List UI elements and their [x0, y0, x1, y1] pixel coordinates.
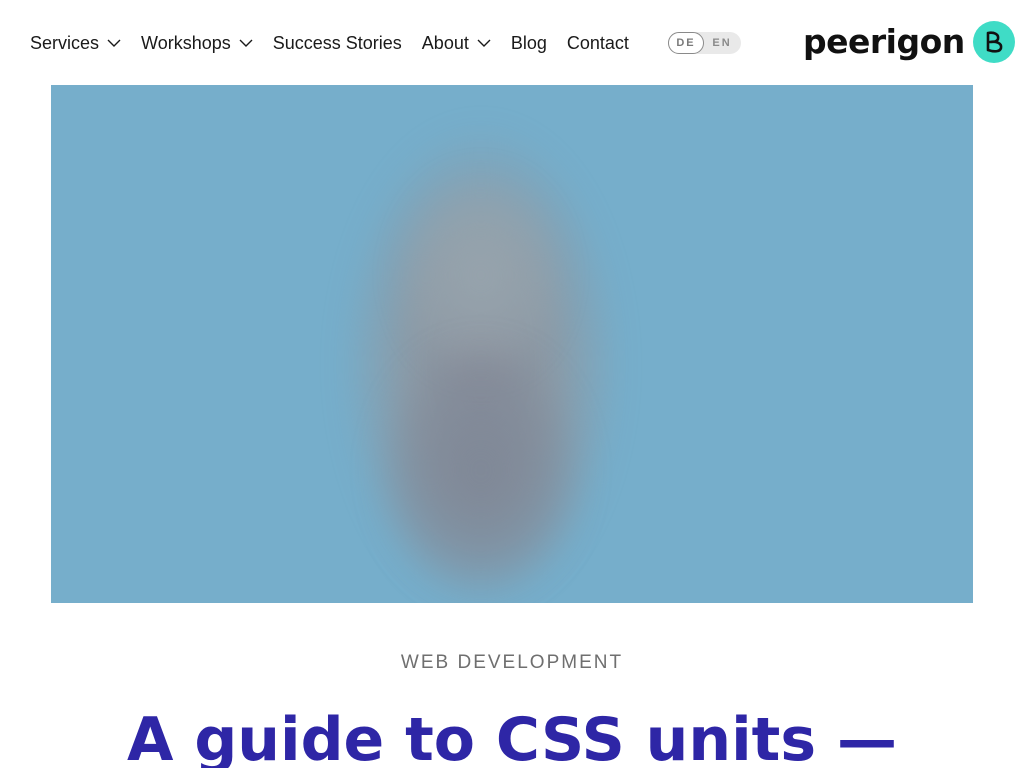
nav-item-about[interactable]: About [422, 33, 491, 54]
hero-image [51, 85, 973, 603]
nav-item-services[interactable]: Services [30, 33, 121, 54]
chevron-down-icon [107, 36, 121, 50]
nav-item-contact[interactable]: Contact [567, 33, 629, 54]
article-title: A guide to CSS units — [127, 705, 897, 768]
hero-haze [51, 85, 291, 603]
chevron-down-icon [477, 36, 491, 50]
hero-haze [713, 85, 973, 603]
language-option-en[interactable]: EN [704, 32, 740, 54]
chevron-down-icon [239, 36, 253, 50]
nav-item-label: About [421, 32, 469, 53]
nav-item-blog[interactable]: Blog [511, 33, 547, 54]
nav-item-label: Contact [566, 32, 629, 53]
nav-item-workshops[interactable]: Workshops [141, 33, 253, 54]
language-option-de[interactable]: DE [668, 32, 704, 54]
main-nav: Services Workshops Success Stories About [30, 28, 649, 58]
peerigon-logo-icon [972, 21, 1015, 63]
nav-item-label: Workshops [141, 32, 231, 53]
language-toggle[interactable]: DE EN [668, 32, 741, 54]
brand-name: peerigon [803, 22, 965, 61]
brand-logo[interactable]: peerigon [803, 20, 1015, 64]
nav-item-label: Services [30, 32, 100, 53]
nav-item-label: Blog [510, 32, 547, 53]
page: Services Workshops Success Stories About [0, 0, 1024, 768]
nav-item-success-stories[interactable]: Success Stories [273, 33, 402, 54]
site-header: Services Workshops Success Stories About [0, 0, 1024, 85]
nav-item-label: Success Stories [272, 32, 402, 53]
article-category[interactable]: WEB DEVELOPMENT [0, 652, 1024, 674]
hero-blur-shape [381, 345, 581, 595]
